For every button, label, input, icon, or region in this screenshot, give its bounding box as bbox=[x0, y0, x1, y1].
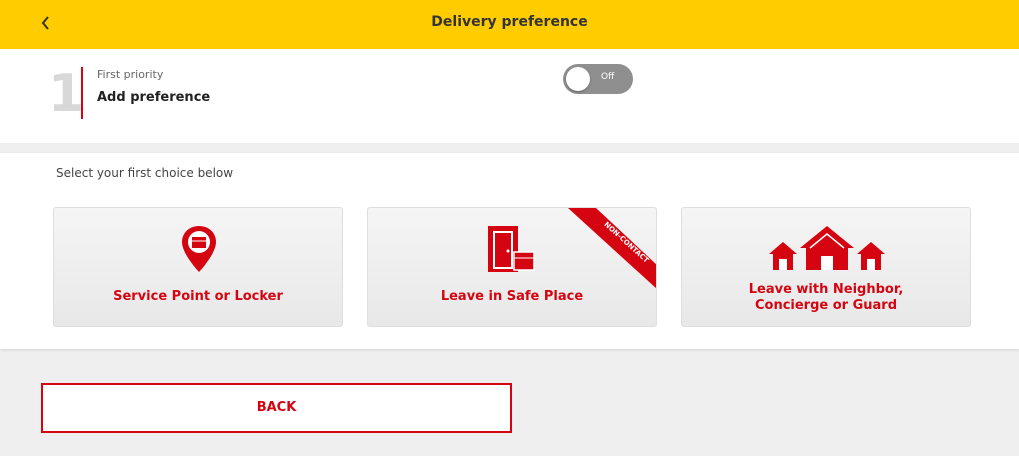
priority-panel: 1 First priority Add preference Off bbox=[0, 49, 1019, 143]
option-service-point[interactable]: Service Point or Locker bbox=[53, 207, 343, 327]
priority-caption: First priority bbox=[97, 68, 164, 81]
option-safe-place[interactable]: NON-CONTACT Leave in Safe Place bbox=[367, 207, 657, 327]
toggle-label: Off bbox=[601, 72, 615, 82]
door-parcel-icon bbox=[488, 226, 535, 272]
option-label-line1: Leave with Neighbor, bbox=[748, 282, 904, 297]
option-neighbor[interactable]: Leave with Neighbor, Concierge or Guard bbox=[681, 207, 971, 327]
priority-toggle[interactable]: Off bbox=[563, 64, 633, 94]
option-label-line2: Concierge or Guard bbox=[754, 298, 898, 313]
page-title: Delivery preference bbox=[431, 14, 588, 30]
location-pin-parcel-icon bbox=[182, 226, 216, 272]
priority-divider bbox=[81, 67, 83, 119]
header-bar: Delivery preference bbox=[0, 0, 1019, 49]
choices-instruction: Select your first choice below bbox=[56, 166, 234, 180]
option-label: Leave in Safe Place bbox=[440, 289, 584, 304]
choices-panel: Select your first choice below Service P… bbox=[0, 153, 1019, 349]
priority-number: 1 bbox=[48, 64, 85, 124]
non-contact-ribbon: NON-CONTACT bbox=[568, 208, 656, 289]
toggle-knob bbox=[566, 67, 590, 91]
option-label: Service Point or Locker bbox=[113, 289, 283, 304]
back-button[interactable]: BACK bbox=[41, 383, 512, 433]
priority-value: Add preference bbox=[97, 90, 211, 105]
houses-icon bbox=[769, 226, 885, 270]
